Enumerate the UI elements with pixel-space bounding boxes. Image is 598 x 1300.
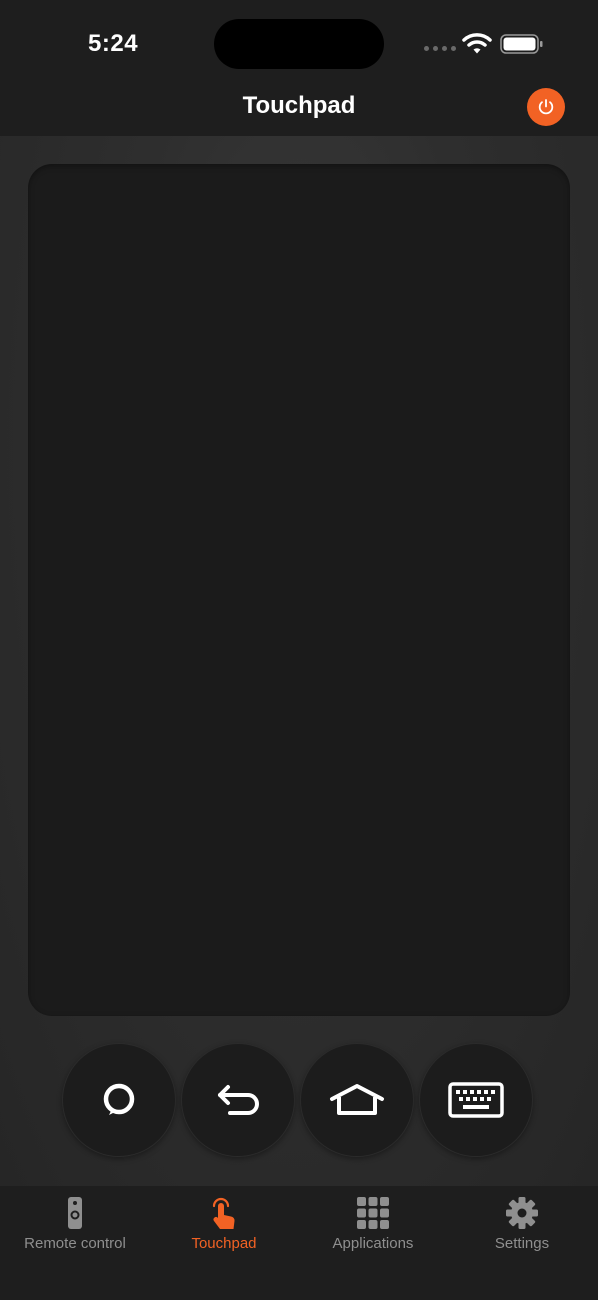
back-button[interactable]: [181, 1043, 295, 1157]
navigation-bar: Touchpad: [0, 80, 598, 136]
tab-bar: Remote control Touchpad Applications Set…: [0, 1186, 598, 1300]
status-bar: 5:24: [0, 0, 598, 80]
remote-icon: [68, 1197, 82, 1229]
tab-label: Touchpad: [191, 1235, 257, 1252]
tab-touchpad[interactable]: Touchpad: [149, 1194, 299, 1252]
tab-remote-control[interactable]: Remote control: [0, 1194, 150, 1252]
home-button[interactable]: [300, 1043, 414, 1157]
tab-label: Settings: [494, 1235, 550, 1252]
page-title: Touchpad: [242, 92, 356, 119]
home-icon: [330, 1084, 384, 1115]
tab-label: Remote control: [24, 1235, 126, 1252]
keyboard-button[interactable]: [419, 1043, 533, 1157]
power-icon: [538, 99, 554, 115]
touchpad-area[interactable]: [28, 164, 570, 1016]
tab-settings[interactable]: Settings: [447, 1194, 597, 1252]
control-buttons: [62, 1043, 533, 1157]
keyboard-icon: [448, 1082, 504, 1118]
main-content: [0, 136, 598, 1186]
gear-icon: [506, 1197, 538, 1229]
back-arrow-icon: [218, 1085, 259, 1115]
tab-label: Applications: [332, 1235, 414, 1252]
battery-icon: [500, 34, 543, 54]
wifi-icon: [462, 33, 492, 54]
tab-applications[interactable]: Applications: [298, 1194, 448, 1252]
grid-icon: [357, 1197, 389, 1229]
touch-hand-icon: [212, 1197, 235, 1229]
status-time: 5:24: [88, 30, 139, 57]
power-button[interactable]: [527, 88, 565, 126]
cellular-signal-icon: [424, 46, 456, 51]
alexa-button[interactable]: [62, 1043, 176, 1157]
alexa-ring-icon: [103, 1083, 135, 1115]
dynamic-island: [214, 19, 384, 69]
